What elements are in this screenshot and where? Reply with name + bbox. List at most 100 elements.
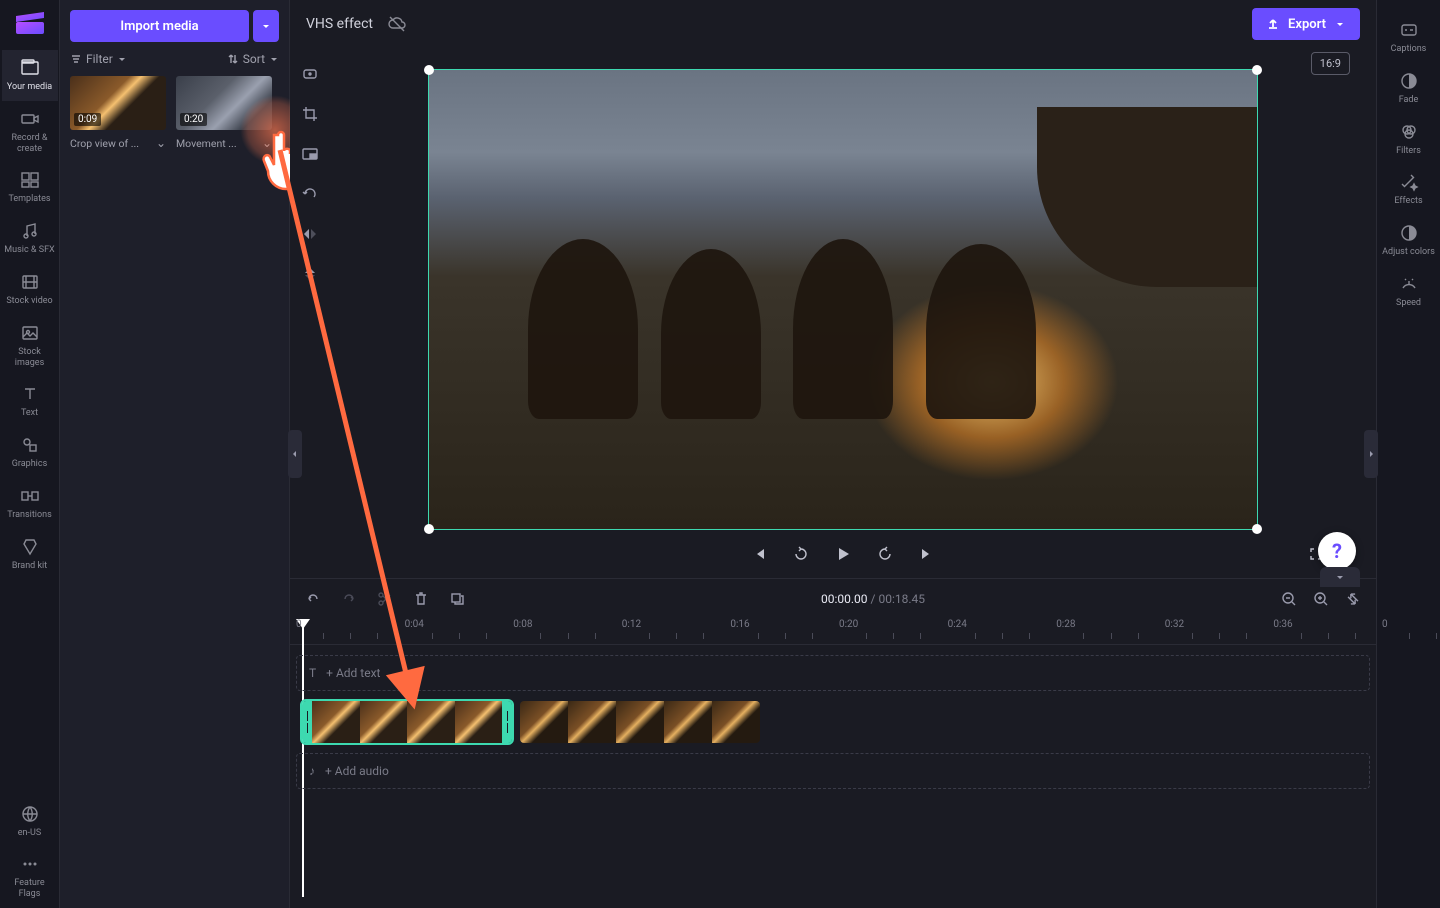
video-clip-selected[interactable]: [302, 701, 512, 743]
flip-horizontal-button[interactable]: [298, 222, 322, 246]
ruler-mark: 0:36: [1273, 619, 1292, 630]
redo-button[interactable]: [340, 590, 358, 608]
ruler-mark: 0:08: [513, 619, 532, 630]
sort-button[interactable]: Sort: [227, 52, 279, 66]
ruler-mark: 0:32: [1165, 619, 1184, 630]
pip-button[interactable]: [298, 142, 322, 166]
filter-button[interactable]: Filter: [70, 52, 127, 66]
shapes-icon: [20, 435, 40, 455]
skip-end-button[interactable]: [917, 544, 937, 564]
sidebar-item-graphics[interactable]: Graphics: [2, 427, 58, 478]
sidebar-label: Stock video: [6, 296, 52, 307]
skip-start-button[interactable]: [749, 544, 769, 564]
sidebar-item-templates[interactable]: Templates: [2, 162, 58, 213]
sidebar-item-music[interactable]: Music & SFX: [2, 213, 58, 264]
text-icon: [20, 384, 40, 404]
collapse-right-panel-button[interactable]: [1364, 430, 1378, 478]
sidebar-label: Brand kit: [12, 561, 47, 572]
clip-handle-left[interactable]: [302, 701, 312, 743]
help-button[interactable]: ?: [1318, 532, 1356, 570]
forward-button[interactable]: [875, 544, 895, 564]
thumbnail-image: 0:20: [176, 76, 272, 130]
delete-button[interactable]: [412, 590, 430, 608]
upload-icon: [1266, 17, 1280, 31]
flip-vertical-button[interactable]: [298, 262, 322, 286]
export-label: Export: [1288, 17, 1326, 32]
templates-icon: [20, 170, 40, 190]
sidebar-item-locale[interactable]: en-US: [2, 796, 58, 847]
fit-button[interactable]: [298, 62, 322, 86]
ruler-mark: 0:04: [405, 619, 424, 630]
collapse-left-panel-button[interactable]: [288, 430, 302, 478]
duplicate-button[interactable]: [448, 590, 466, 608]
media-thumb[interactable]: 0:09 Crop view of ...⌄: [70, 76, 166, 150]
sidebar-label: Music & SFX: [4, 245, 54, 256]
sidebar-label: Adjust colors: [1382, 247, 1435, 258]
add-text-label: + Add text: [326, 666, 380, 680]
chevron-down-icon[interactable]: ⌄: [156, 136, 166, 150]
ruler-mark: 0:12: [622, 619, 641, 630]
zoom-fit-button[interactable]: [1344, 590, 1362, 608]
adjust-colors-icon: [1399, 223, 1419, 243]
video-clip[interactable]: [520, 701, 760, 743]
import-media-button[interactable]: Import media: [70, 10, 249, 42]
timeline-ruler[interactable]: 00:040:080:120:160:200:240:280:320:360: [290, 619, 1376, 645]
app-logo[interactable]: [14, 8, 46, 36]
play-button[interactable]: [833, 544, 853, 564]
resize-handle[interactable]: [1252, 65, 1262, 75]
audio-track[interactable]: ♪ + Add audio: [296, 753, 1370, 789]
sidebar-item-adjust-colors[interactable]: Adjust colors: [1379, 215, 1439, 266]
image-icon: [20, 323, 40, 343]
sidebar-item-effects[interactable]: Effects: [1379, 164, 1439, 215]
sidebar-item-filters[interactable]: Filters: [1379, 114, 1439, 165]
filter-icon: [70, 53, 82, 65]
sidebar-item-fade[interactable]: Fade: [1379, 63, 1439, 114]
undo-button[interactable]: [304, 590, 322, 608]
import-media-dropdown[interactable]: [253, 10, 279, 42]
clip-handle-right[interactable]: [502, 701, 512, 743]
chevron-down-icon: [1334, 18, 1346, 30]
rewind-button[interactable]: [791, 544, 811, 564]
sidebar-label: Fade: [1399, 95, 1419, 106]
sidebar-item-your-media[interactable]: Your media: [2, 50, 58, 101]
top-bar: VHS effect Export: [290, 0, 1376, 48]
music-icon: ♪: [309, 764, 315, 778]
resize-handle[interactable]: [424, 65, 434, 75]
video-track[interactable]: [296, 699, 1370, 745]
cloud-off-icon[interactable]: [387, 14, 407, 34]
sidebar-label: Your media: [7, 82, 52, 93]
ruler-mark: 0:28: [1056, 619, 1075, 630]
globe-icon: [20, 804, 40, 824]
timecode-total: 00:18.45: [878, 592, 925, 606]
sidebar-item-speed[interactable]: Speed: [1379, 266, 1439, 317]
sidebar-label: Record & create: [4, 133, 56, 155]
speed-icon: [1399, 274, 1419, 294]
split-button[interactable]: [376, 590, 394, 608]
rotate-button[interactable]: [298, 182, 322, 206]
collapse-timeline-button[interactable]: [1320, 567, 1360, 587]
brand-icon: [20, 537, 40, 557]
sidebar-item-text[interactable]: Text: [2, 376, 58, 427]
media-thumb[interactable]: 0:20 Movement ...⌄: [176, 76, 272, 150]
sidebar-item-record[interactable]: Record & create: [2, 101, 58, 163]
export-button[interactable]: Export: [1252, 8, 1360, 40]
chevron-down-icon[interactable]: ⌄: [262, 136, 272, 150]
zoom-out-button[interactable]: [1280, 590, 1298, 608]
sidebar-item-captions[interactable]: Captions: [1379, 12, 1439, 63]
sidebar-item-stock-video[interactable]: Stock video: [2, 264, 58, 315]
crop-button[interactable]: [298, 102, 322, 126]
sidebar-item-feature-flags[interactable]: Feature Flags: [2, 846, 58, 908]
ruler-mark: 0: [296, 619, 302, 630]
sidebar-item-stock-images[interactable]: Stock images: [2, 315, 58, 377]
project-title[interactable]: VHS effect: [306, 16, 373, 32]
sidebar-label: Feature Flags: [4, 878, 56, 900]
filters-icon: [1399, 122, 1419, 142]
sidebar-item-transitions[interactable]: Transitions: [2, 478, 58, 529]
text-track[interactable]: T + Add text: [296, 655, 1370, 691]
media-thumbs: 0:09 Crop view of ...⌄ 0:20 Movement ...…: [70, 76, 279, 150]
zoom-in-button[interactable]: [1312, 590, 1330, 608]
sidebar-item-brand-kit[interactable]: Brand kit: [2, 529, 58, 580]
ruler-mark: 0:20: [839, 619, 858, 630]
aspect-ratio-badge[interactable]: 16:9: [1311, 52, 1350, 75]
preview-canvas[interactable]: [428, 69, 1258, 530]
